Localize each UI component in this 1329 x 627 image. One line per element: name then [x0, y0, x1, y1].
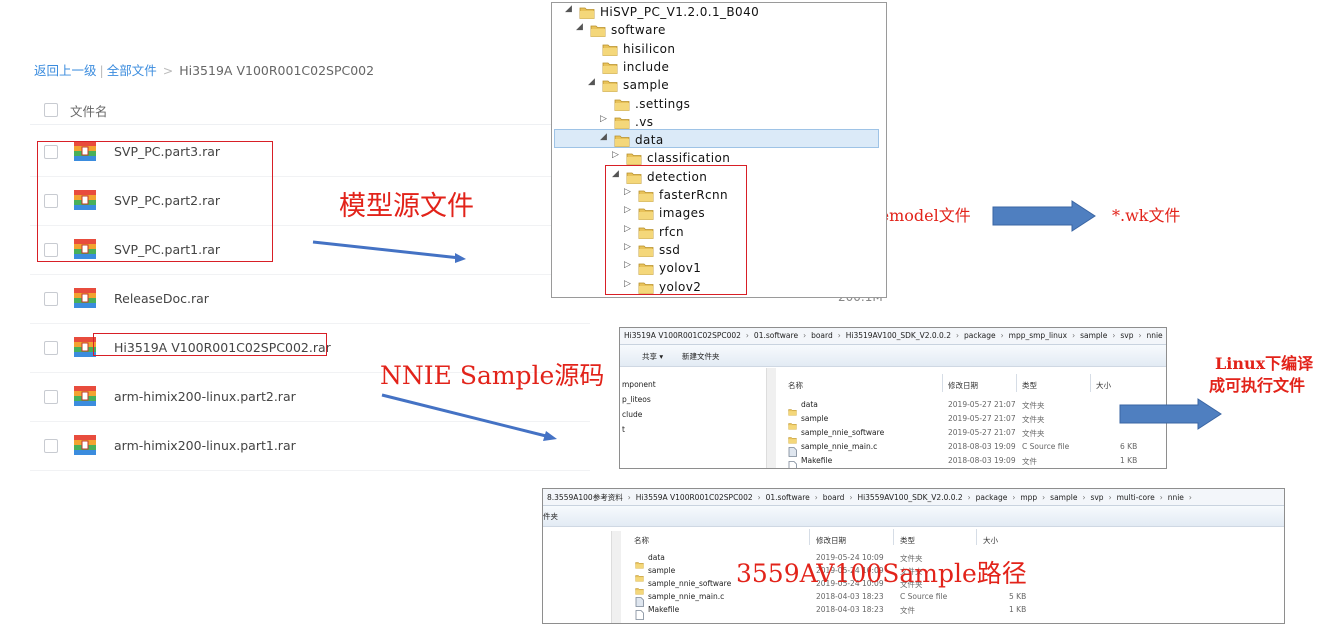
block-arrow-to-wk: [992, 200, 1096, 232]
block-arrow-to-executable: [1119, 398, 1222, 430]
arrow-to-explorer: [381, 393, 557, 441]
arrow-to-tree: [312, 240, 466, 263]
arrows-layer: [312, 200, 1222, 441]
